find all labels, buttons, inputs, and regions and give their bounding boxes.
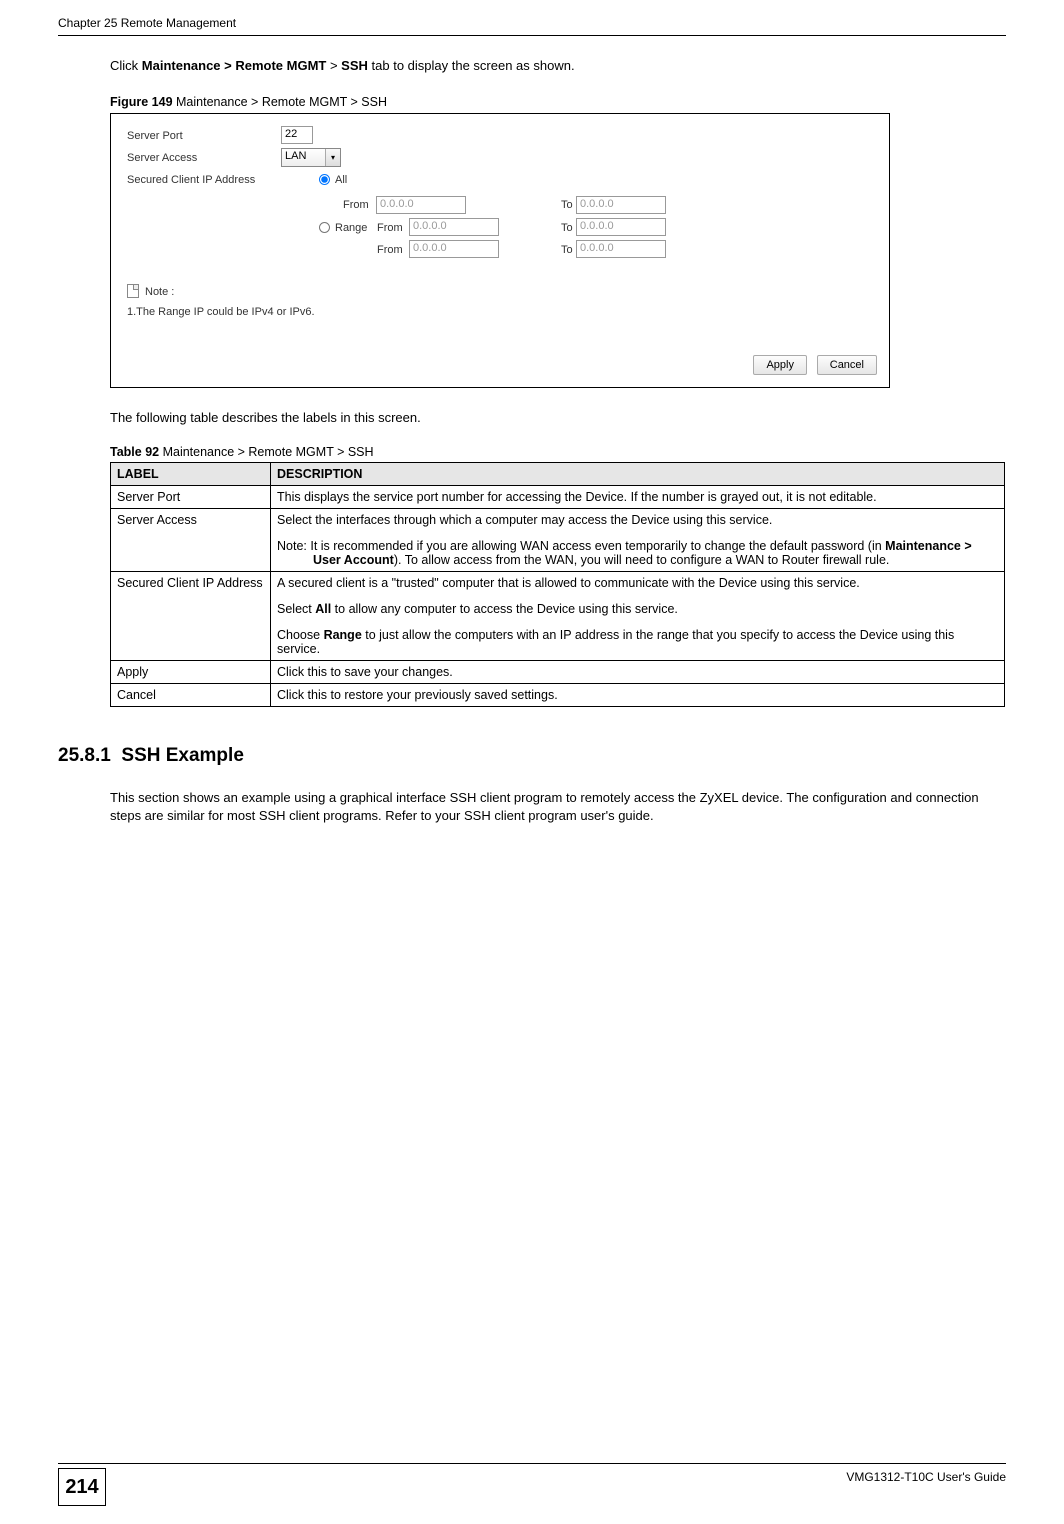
intro-paragraph: Click Maintenance > Remote MGMT > SSH ta… [110, 58, 1006, 73]
figure-caption: Figure 149 Maintenance > Remote MGMT > S… [110, 95, 1006, 109]
cell-desc: Click this to save your changes. [271, 661, 1005, 684]
server-port-input[interactable]: 22 [281, 126, 313, 144]
note-icon [127, 284, 139, 298]
table-header-row: LABEL DESCRIPTION [111, 463, 1005, 486]
section-title: SSH Example [121, 745, 244, 766]
secured-p3: Choose Range to just allow the computers… [277, 628, 998, 656]
figure-title: Maintenance > Remote MGMT > SSH [173, 95, 387, 109]
intro-post: tab to display the screen as shown. [368, 58, 575, 73]
chevron-down-icon: ▾ [325, 149, 340, 166]
ss-label-from-1: From [343, 199, 369, 211]
footer-guide-title: VMG1312-T10C User's Guide [846, 1470, 1006, 1484]
cell-desc: Select the interfaces through which a co… [271, 509, 1005, 572]
server-access-note: Note: It is recommended if you are allow… [277, 539, 998, 567]
intro-mid: > [326, 58, 341, 73]
cell-label: Cancel [111, 684, 271, 707]
table-caption: Table 92 Maintenance > Remote MGMT > SSH [110, 445, 1006, 459]
p2-post: to allow any computer to access the Devi… [331, 602, 678, 616]
figure-number: Figure 149 [110, 95, 173, 109]
from-input-3[interactable]: 0.0.0.0 [409, 240, 499, 258]
ss-label-to-1: To [561, 199, 573, 211]
p3-bold: Range [324, 628, 362, 642]
table-title: Maintenance > Remote MGMT > SSH [159, 445, 373, 459]
radio-range[interactable] [319, 222, 330, 233]
cell-desc: Click this to restore your previously sa… [271, 684, 1005, 707]
ss-label-secured-client: Secured Client IP Address [127, 174, 255, 186]
cell-label: Secured Client IP Address [111, 572, 271, 661]
table-number: Table 92 [110, 445, 159, 459]
section-heading: 25.8.1 SSH Example [58, 745, 1006, 767]
p3-post: to just allow the computers with an IP a… [277, 628, 954, 656]
ss-label-all: All [335, 174, 347, 186]
server-access-select[interactable]: LAN ▾ [281, 148, 341, 167]
p3-pre: Choose [277, 628, 324, 642]
cell-desc: A secured client is a "trusted" computer… [271, 572, 1005, 661]
ss-label-from-2: From [377, 222, 403, 234]
ss-label-from-3: From [377, 244, 403, 256]
apply-button[interactable]: Apply [753, 355, 807, 375]
th-description: DESCRIPTION [271, 463, 1005, 486]
table-row: Server Port This displays the service po… [111, 486, 1005, 509]
table-row: Apply Click this to save your changes. [111, 661, 1005, 684]
description-table: LABEL DESCRIPTION Server Port This displ… [110, 462, 1005, 707]
to-input-1[interactable]: 0.0.0.0 [576, 196, 666, 214]
secured-p2: Select All to allow any computer to acce… [277, 602, 998, 616]
p2-pre: Select [277, 602, 315, 616]
intro-bold-path: Maintenance > Remote MGMT [142, 58, 327, 73]
table-row: Cancel Click this to restore your previo… [111, 684, 1005, 707]
th-label: LABEL [111, 463, 271, 486]
secured-p1: A secured client is a "trusted" computer… [277, 576, 998, 590]
ss-label-server-access: Server Access [127, 152, 197, 164]
ss-label-to-2: To [561, 222, 573, 234]
ss-note-line-1: 1.The Range IP could be IPv4 or IPv6. [127, 306, 315, 318]
chapter-header: Chapter 25 Remote Management [58, 16, 236, 30]
to-input-2[interactable]: 0.0.0.0 [576, 218, 666, 236]
ss-label-range: Range [335, 222, 367, 234]
note-suffix: ). To allow access from the WAN, you wil… [394, 553, 890, 567]
ss-label-to-3: To [561, 244, 573, 256]
to-input-3[interactable]: 0.0.0.0 [576, 240, 666, 258]
page-number: 214 [58, 1468, 106, 1506]
server-access-value: LAN [285, 150, 306, 162]
server-access-desc-main: Select the interfaces through which a co… [277, 513, 998, 527]
cell-desc: This displays the service port number fo… [271, 486, 1005, 509]
table-row: Server Access Select the interfaces thro… [111, 509, 1005, 572]
section-number: 25.8.1 [58, 745, 111, 766]
cell-label: Server Access [111, 509, 271, 572]
note-prefix: Note: It is recommended if you are allow… [277, 539, 885, 553]
p2-bold: All [315, 602, 331, 616]
intro-bold-tab: SSH [341, 58, 368, 73]
ss-label-server-port: Server Port [127, 130, 183, 142]
ss-label-note: Note : [145, 286, 174, 298]
from-input-1[interactable]: 0.0.0.0 [376, 196, 466, 214]
section-paragraph: This section shows an example using a gr… [110, 789, 1006, 825]
cell-label: Apply [111, 661, 271, 684]
intro-pre: Click [110, 58, 142, 73]
footer-divider [58, 1463, 1006, 1464]
radio-all[interactable] [319, 174, 330, 185]
from-input-2[interactable]: 0.0.0.0 [409, 218, 499, 236]
cancel-button[interactable]: Cancel [817, 355, 877, 375]
screenshot: Server Port 22 Server Access LAN ▾ Secur… [110, 113, 890, 388]
cell-label: Server Port [111, 486, 271, 509]
table-intro: The following table describes the labels… [110, 410, 1006, 425]
table-row: Secured Client IP Address A secured clie… [111, 572, 1005, 661]
header-divider [58, 35, 1006, 36]
